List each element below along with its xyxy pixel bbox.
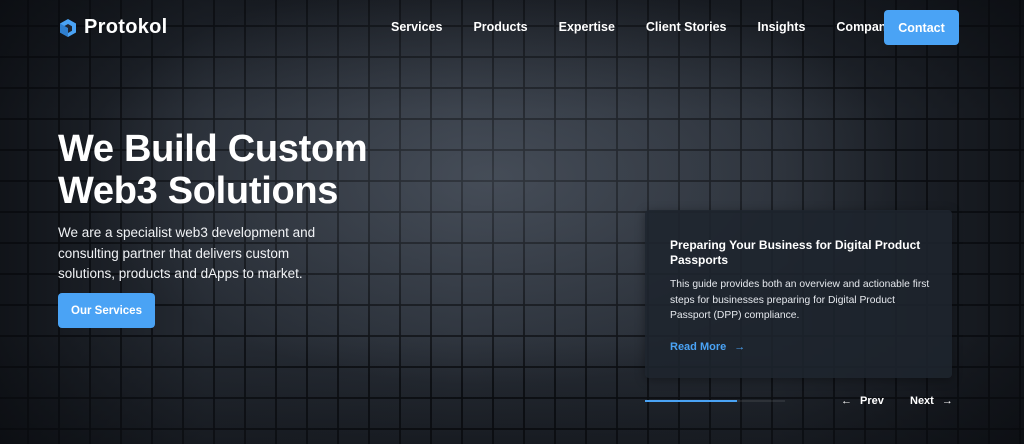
next-button[interactable]: Next → (910, 395, 953, 407)
hexagon-logo-icon (60, 18, 76, 37)
prev-button[interactable]: ← Prev (841, 395, 884, 407)
hero-title-line2: Web3 Solutions (58, 170, 339, 212)
arrow-left-icon: ← (841, 395, 852, 407)
read-more-label: Read More (670, 341, 727, 353)
contact-button[interactable]: Contact (884, 10, 959, 45)
next-label: Next (910, 395, 934, 407)
hero-title-line1: We Build Custom (58, 128, 368, 170)
slider-progress-track (645, 400, 785, 402)
slider-progress-fill (645, 400, 738, 402)
hero-subtitle: We are a specialist web3 development and… (58, 225, 316, 281)
arrow-right-icon: → (734, 341, 746, 353)
nav-item-services[interactable]: Services (391, 20, 442, 34)
card-title: Preparing Your Business for Digital Prod… (670, 238, 921, 267)
nav-item-products[interactable]: Products (473, 20, 527, 34)
prev-label: Prev (860, 395, 884, 407)
nav-item-insights[interactable]: Insights (757, 20, 805, 34)
insight-card: Preparing Your Business for Digital Prod… (645, 210, 952, 378)
brand-logo[interactable]: Protokol (58, 16, 168, 39)
main-nav: Services Products Expertise Client Stori… (391, 20, 893, 34)
brand-name: Protokol (84, 16, 168, 38)
arrow-right-icon: → (941, 395, 953, 407)
card-body: This guide provides both an overview and… (670, 279, 930, 321)
read-more-link[interactable]: Read More → (670, 341, 745, 353)
site-header: Protokol Services Products Expertise Cli… (0, 0, 1024, 56)
hero-title: We Build Custom Web3 Solutions (58, 128, 418, 212)
nav-item-expertise[interactable]: Expertise (559, 20, 615, 34)
nav-item-client-stories[interactable]: Client Stories (646, 20, 727, 34)
our-services-button[interactable]: Our Services (58, 293, 155, 328)
